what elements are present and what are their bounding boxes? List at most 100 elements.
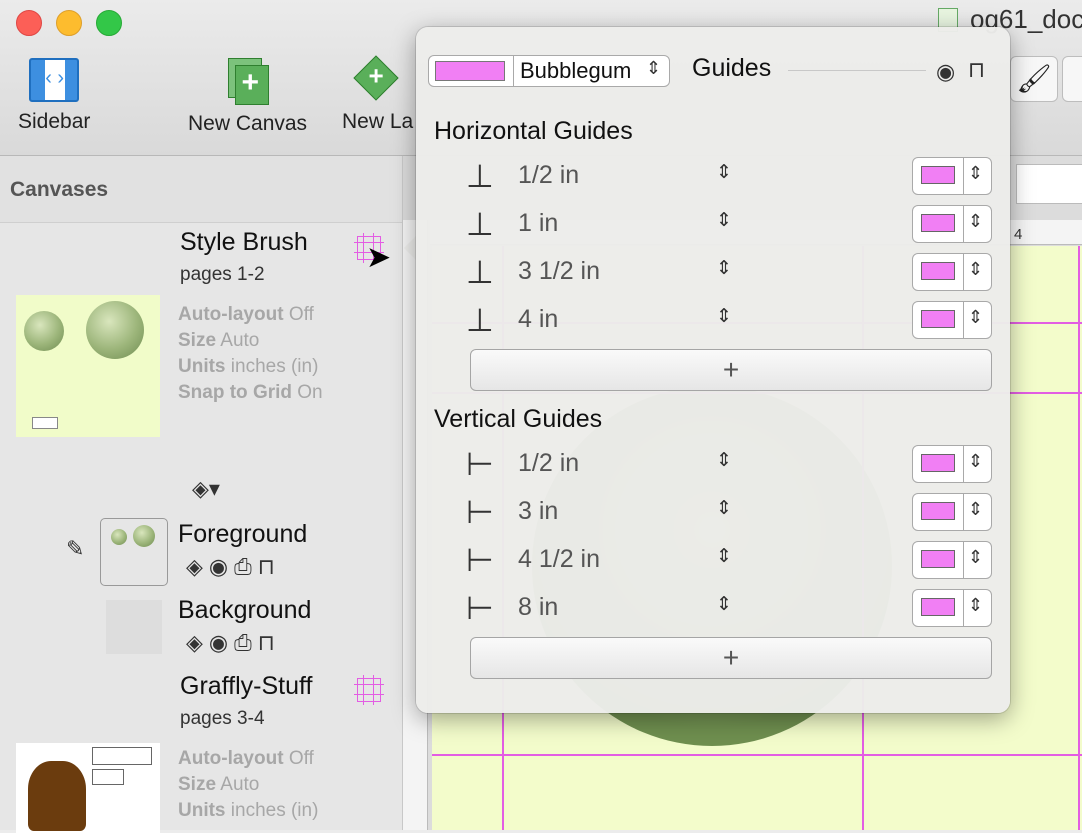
- eye-icon[interactable]: ◉: [936, 59, 955, 85]
- canvas-name-graffly-stuff[interactable]: Graffly-Stuff: [180, 672, 312, 701]
- canvas-properties-style-brush: Auto-layout Off Size Auto Units inches (…: [178, 304, 323, 403]
- layer-thumbnail-foreground[interactable]: [100, 518, 168, 586]
- vertical-guides-title: Vertical Guides: [434, 405, 603, 433]
- guides-icon[interactable]: [354, 675, 384, 705]
- sidebar-button-label: Sidebar: [18, 110, 91, 133]
- guide-color-popup[interactable]: ⇕: [912, 445, 992, 483]
- layers-icon: ◈: [192, 476, 209, 501]
- zoom-window-button[interactable]: [96, 10, 122, 36]
- layer-tools-background: ◈◉⎙⊓: [186, 630, 281, 656]
- guide-color-popup[interactable]: ⇕: [912, 253, 992, 291]
- color-name: Bubblegum: [520, 58, 632, 83]
- guide-position-value[interactable]: 4 1/2 in: [518, 545, 600, 574]
- guide-position-stepper[interactable]: ⇕: [716, 257, 732, 280]
- guide-position-value[interactable]: 3 1/2 in: [518, 257, 600, 286]
- new-layer-label: New La: [342, 110, 414, 133]
- color-swatch[interactable]: [435, 61, 505, 81]
- new-canvas-icon: [227, 58, 269, 105]
- guide-position-value[interactable]: 1/2 in: [518, 161, 579, 190]
- vertical-guide-icon: ⊢: [466, 590, 494, 626]
- lock-icon[interactable]: ⊓: [258, 630, 281, 655]
- layers-menu-button[interactable]: ◈▾: [192, 476, 220, 502]
- layer-name-foreground[interactable]: Foreground: [178, 520, 307, 549]
- add-vertical-guide-button[interactable]: +: [470, 637, 992, 679]
- layer-tools-foreground: ◈◉⎙⊓: [186, 554, 281, 580]
- print-icon[interactable]: ⎙: [234, 630, 258, 655]
- lock-icon[interactable]: ⊓: [258, 554, 281, 579]
- guide-position-stepper[interactable]: ⇕: [716, 305, 732, 328]
- title-divider: [788, 70, 926, 71]
- canvas-pages-graffly-stuff: pages 3-4: [180, 708, 265, 729]
- layer-visible-icon[interactable]: ◈: [186, 630, 209, 655]
- guide-color-popup[interactable]: Bubblegum ⇕: [428, 55, 670, 87]
- horizontal-guide-icon: ⊥: [466, 158, 494, 194]
- chevron-updown-icon: ⇕: [646, 58, 662, 78]
- guide-color-popup[interactable]: ⇕: [912, 589, 992, 627]
- guide-color-popup[interactable]: ⇕: [912, 541, 992, 579]
- layer-visible-icon[interactable]: ◈: [186, 554, 209, 579]
- popover-title: Guides: [692, 54, 772, 82]
- vertical-guide-row: ⊢ 3 in ⇕ ⇕: [466, 493, 996, 545]
- vertical-guide-icon: ⊢: [466, 446, 494, 482]
- canvas-properties-graffly-stuff: Auto-layout Off Size Auto Units inches (…: [178, 748, 319, 821]
- layer-name-background[interactable]: Background: [178, 596, 311, 625]
- style-brush-button[interactable]: 🖌: [1010, 56, 1058, 102]
- guide-position-stepper[interactable]: ⇕: [716, 497, 732, 520]
- sidebar-icon: [29, 58, 80, 102]
- new-canvas-label: New Canvas: [188, 112, 308, 135]
- chevron-down-icon: ▾: [208, 476, 220, 501]
- eye-icon[interactable]: ◉: [209, 630, 234, 655]
- guide-color-popup[interactable]: ⇕: [912, 205, 992, 243]
- guides-popover: Bubblegum ⇕ Guides ◉ ⊓ Horizontal Guides…: [416, 27, 1010, 713]
- guide-position-stepper[interactable]: ⇕: [716, 593, 732, 616]
- guide-position-value[interactable]: 8 in: [518, 593, 558, 622]
- guide-position-value[interactable]: 1 in: [518, 209, 558, 238]
- canvas-pages-style-brush: pages 1-2: [180, 264, 265, 285]
- horizontal-guides-title: Horizontal Guides: [434, 117, 633, 145]
- guide-position-stepper[interactable]: ⇕: [716, 209, 732, 232]
- close-window-button[interactable]: [16, 10, 42, 36]
- new-layer-button[interactable]: New La: [342, 55, 414, 134]
- vertical-guide-row: ⊢ 1/2 in ⇕ ⇕: [466, 445, 996, 497]
- horizontal-guide-row: ⊥ 1 in ⇕ ⇕: [466, 205, 996, 257]
- horizontal-guide-icon: ⊥: [466, 254, 494, 290]
- vertical-guide-row: ⊢ 8 in ⇕ ⇕: [466, 589, 996, 641]
- layer-thumbnail-background[interactable]: [106, 600, 162, 654]
- canvas-name-style-brush[interactable]: Style Brush: [180, 228, 308, 257]
- eye-icon[interactable]: ◉: [209, 554, 234, 579]
- guide-position-value[interactable]: 3 in: [518, 497, 558, 526]
- sidebar-header: Canvases: [0, 156, 402, 223]
- vertical-guide-row: ⊢ 4 1/2 in ⇕ ⇕: [466, 541, 996, 593]
- guide-position-stepper[interactable]: ⇕: [716, 449, 732, 472]
- sidebar-button[interactable]: Sidebar: [18, 58, 90, 134]
- new-layer-icon: [352, 55, 400, 102]
- inspector-field[interactable]: [1016, 164, 1082, 204]
- horizontal-guide-icon: ⊥: [466, 206, 494, 242]
- guide-position-value[interactable]: 4 in: [518, 305, 558, 334]
- vertical-guide-icon: ⊢: [466, 494, 494, 530]
- horizontal-guide-row: ⊥ 1/2 in ⇕ ⇕: [466, 157, 996, 209]
- guide-color-popup[interactable]: ⇕: [912, 493, 992, 531]
- sidebar-header-title: Canvases: [10, 178, 109, 201]
- vertical-guide-icon: ⊢: [466, 542, 494, 578]
- lock-icon[interactable]: ⊓: [968, 57, 985, 83]
- minimize-window-button[interactable]: [56, 10, 82, 36]
- toolbar-extra-button[interactable]: [1062, 56, 1082, 102]
- canvas-thumbnail-style-brush[interactable]: [16, 295, 160, 437]
- guide-position-stepper[interactable]: ⇕: [716, 161, 732, 184]
- canvases-sidebar: Canvases Style Brush pages 1-2 Auto-layo…: [0, 156, 403, 833]
- guide-color-popup[interactable]: ⇕: [912, 301, 992, 339]
- add-horizontal-guide-button[interactable]: +: [470, 349, 992, 391]
- guide-line-vertical[interactable]: [1078, 246, 1080, 830]
- guide-position-stepper[interactable]: ⇕: [716, 545, 732, 568]
- brush-icon: 🖌: [1016, 63, 1052, 94]
- canvas-thumbnail-graffly-stuff[interactable]: [16, 743, 160, 833]
- new-canvas-button[interactable]: New Canvas: [188, 58, 307, 136]
- guide-position-value[interactable]: 1/2 in: [518, 449, 579, 478]
- print-icon[interactable]: ⎙: [234, 554, 258, 579]
- horizontal-guide-icon: ⊥: [466, 302, 494, 338]
- guide-line-horizontal[interactable]: [432, 754, 1082, 756]
- ruler-tick-label: 4: [1014, 226, 1023, 243]
- guide-color-popup[interactable]: ⇕: [912, 157, 992, 195]
- mouse-pointer-icon: ➤: [366, 241, 392, 274]
